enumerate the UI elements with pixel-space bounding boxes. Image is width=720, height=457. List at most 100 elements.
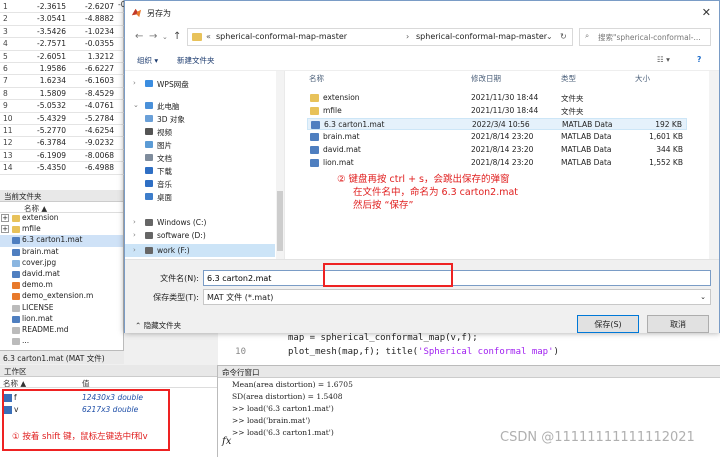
- workspace-col-value[interactable]: 值: [82, 378, 90, 389]
- file-row[interactable]: extension 2021/11/30 18:44 文件夹: [307, 92, 687, 104]
- current-folder-item[interactable]: cover.jpg: [0, 258, 123, 269]
- nav-item[interactable]: › software (D:): [125, 229, 275, 242]
- nav-item-label: WPS网盘: [157, 80, 189, 89]
- code-editor[interactable]: map = spherical_conformal_map(v,f); 10 p…: [218, 330, 720, 365]
- close-icon[interactable]: ✕: [702, 6, 711, 19]
- expand-icon[interactable]: +: [1, 225, 9, 234]
- grid-row[interactable]: 7 1.6234 -6.1603: [0, 75, 124, 88]
- nav-scrollbar[interactable]: [276, 71, 284, 259]
- grid-row[interactable]: 13 -6.1909 -8.0068: [0, 150, 124, 163]
- breadcrumb-item[interactable]: spherical-conformal-map-master: [216, 32, 347, 41]
- chevron-down-icon[interactable]: ⌄: [546, 32, 553, 41]
- nav-item[interactable]: › work (F:): [125, 244, 275, 257]
- file-row[interactable]: brain.mat 2021/8/14 23:20 MATLAB Data 1,601…: [307, 131, 687, 143]
- nav-item[interactable]: › WPS网盘: [125, 77, 275, 90]
- file-row[interactable]: david.mat 2021/8/14 23:20 MATLAB Data 344 K…: [307, 144, 687, 156]
- back-arrow-icon[interactable]: ←: [135, 31, 143, 42]
- address-bar[interactable]: « spherical-conformal-map-master › spher…: [187, 28, 573, 46]
- expand-arrow-icon[interactable]: ›: [133, 79, 136, 87]
- current-folder-item[interactable]: demo.m: [0, 280, 123, 291]
- breadcrumb-item[interactable]: spherical-conformal-map-master: [416, 32, 547, 41]
- grid-row[interactable]: 3 -3.5426 -1.0234: [0, 26, 124, 39]
- nav-item[interactable]: › Windows (C:): [125, 216, 275, 229]
- forward-arrow-icon[interactable]: →: [149, 31, 157, 42]
- expand-arrow-icon[interactable]: ›: [133, 218, 136, 226]
- grid-row[interactable]: 10 -5.4329 -5.2784: [0, 113, 124, 125]
- nav-item[interactable]: 音乐: [125, 177, 275, 190]
- grid-row[interactable]: 5 -2.6051 1.3212: [0, 51, 124, 63]
- new-folder-button[interactable]: 新建文件夹: [177, 55, 215, 66]
- nav-scrollbar-thumb[interactable]: [277, 191, 283, 251]
- editor-line-number: 10: [235, 347, 246, 357]
- current-folder-item[interactable]: LICENSE: [0, 303, 123, 314]
- file-row[interactable]: lion.mat 2021/8/14 23:20 MATLAB Data 1,552 …: [307, 157, 687, 169]
- expand-icon[interactable]: +: [1, 214, 9, 222]
- nav-item[interactable]: 视频: [125, 125, 275, 138]
- current-folder-item[interactable]: 6.3 carton1.mat: [0, 235, 123, 247]
- refresh-icon[interactable]: ↻: [560, 32, 567, 41]
- current-folder-item-label: brain.mat: [22, 246, 59, 256]
- nav-item[interactable]: 下载: [125, 164, 275, 177]
- column-header-size[interactable]: 大小: [635, 73, 650, 85]
- current-folder-item[interactable]: david.mat: [0, 269, 123, 280]
- workspace-col-name[interactable]: 名称 ▲: [3, 378, 26, 389]
- grid-row[interactable]: 12 -6.3784 -9.0232: [0, 137, 124, 150]
- breadcrumb-overflow[interactable]: «: [206, 32, 211, 41]
- up-arrow-icon[interactable]: ↑: [173, 31, 181, 42]
- current-folder-item[interactable]: README.md: [0, 325, 123, 336]
- grid-row[interactable]: 1 -2.3615 -2.6207: [0, 1, 124, 14]
- expand-arrow-icon[interactable]: ›: [133, 246, 136, 254]
- current-folder-col-header[interactable]: 名称 ▲: [0, 202, 123, 213]
- hide-folders-toggle[interactable]: ⌃ 隐藏文件夹: [135, 320, 181, 331]
- function-browser-icon[interactable]: fx: [222, 436, 231, 447]
- file-date: 2021/11/30 18:44: [471, 106, 539, 115]
- file-row[interactable]: 6.3 carton1.mat 2022/3/4 10:56 MATLAB Data…: [307, 118, 687, 130]
- expand-arrow-icon[interactable]: ›: [133, 231, 136, 239]
- grid-cell-a: -5.0532: [37, 101, 66, 111]
- current-folder-item[interactable]: brain.mat: [0, 247, 123, 258]
- file-list-scrollbar[interactable]: [709, 71, 719, 259]
- recent-dropdown-icon[interactable]: ⌄: [162, 33, 168, 41]
- current-folder-item[interactable]: + mfile: [0, 224, 123, 235]
- expand-arrow-icon[interactable]: ⌄: [133, 101, 139, 109]
- grid-row[interactable]: 6 1.9586 -6.6227: [0, 63, 124, 76]
- current-folder-item[interactable]: lion.mat: [0, 314, 123, 325]
- grid-row[interactable]: 11 -5.2770 -4.6254: [0, 125, 124, 138]
- grid-cell-b: -2.6207: [85, 2, 114, 11]
- help-icon[interactable]: ?: [697, 55, 701, 64]
- nav-item[interactable]: 文档: [125, 151, 275, 164]
- organize-button[interactable]: 组织 ▾: [137, 55, 158, 66]
- column-header-name[interactable]: 名称: [309, 73, 324, 85]
- grid-row[interactable]: 8 1.5809 -8.4529: [0, 88, 124, 101]
- grid-row[interactable]: 4 -2.7571 -0.0355: [0, 38, 124, 51]
- file-row[interactable]: mfile 2021/11/30 18:44 文件夹: [307, 105, 687, 117]
- breadcrumb-separator[interactable]: ›: [406, 32, 409, 41]
- current-folder-item-label: cover.jpg: [22, 257, 57, 267]
- drive-icon: [145, 247, 153, 254]
- nav-item[interactable]: ⌄ 此电脑: [125, 99, 275, 112]
- editor-code: plot_mesh(map,f); title('Spherical confo…: [288, 347, 559, 357]
- view-options-icon[interactable]: ☷ ▾: [657, 55, 670, 64]
- cancel-button[interactable]: 取消: [647, 315, 709, 333]
- annotation-step-2: ② 键盘再按 ctrl + s，会跳出保存的弹窗 在文件名中，命名为 6.3 c…: [337, 173, 518, 212]
- navigation-pane: › WPS网盘 ⌄ 此电脑 3D 对象 视频 图片 文档 下载 音乐 桌面 › Windows (C:)…: [125, 71, 285, 259]
- dialog-titlebar[interactable]: 另存为 ✕: [125, 1, 719, 25]
- filename-input[interactable]: [203, 270, 711, 286]
- file-name: brain.mat: [323, 132, 360, 141]
- column-header-date[interactable]: 修改日期: [471, 73, 501, 85]
- current-folder-item-label: ...: [22, 336, 30, 346]
- nav-item[interactable]: 3D 对象: [125, 112, 275, 125]
- file-date: 2021/8/14 23:20: [471, 145, 534, 154]
- column-header-type[interactable]: 类型: [561, 73, 576, 85]
- save-button[interactable]: 保存(S): [577, 315, 639, 333]
- grid-row[interactable]: 9 -5.0532 -4.0761: [0, 100, 124, 113]
- current-folder-item[interactable]: demo_extension.m: [0, 291, 123, 302]
- current-folder-item[interactable]: ...: [0, 336, 123, 347]
- grid-row[interactable]: 2 -3.0541 -4.8882: [0, 13, 124, 26]
- filetype-select[interactable]: MAT 文件 (*.mat) ⌄: [203, 289, 711, 305]
- grid-row[interactable]: 14 -5.4350 -6.4988: [0, 162, 124, 175]
- nav-item[interactable]: 图片: [125, 138, 275, 151]
- nav-item[interactable]: 桌面: [125, 190, 275, 203]
- current-folder-item[interactable]: + extension: [0, 213, 123, 224]
- search-input[interactable]: ⌕ 搜索"spherical-conformal-...: [579, 28, 711, 46]
